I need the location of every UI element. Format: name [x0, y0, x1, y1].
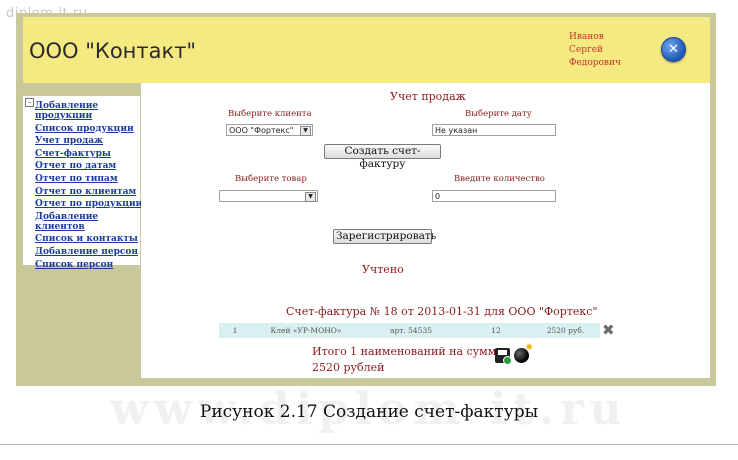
- bomb-spark-icon: ✸: [525, 343, 533, 353]
- user-name: Иванов Сергей Федорович: [569, 31, 621, 70]
- app-header: ООО "Контакт" Иванов Сергей Федорович ✕: [23, 17, 710, 83]
- product-select[interactable]: ▼: [219, 190, 318, 202]
- sidebar-item-report-products[interactable]: Отчет по продукции: [35, 199, 143, 209]
- user-middle-name: Федорович: [569, 58, 621, 68]
- sidebar-item-product-list[interactable]: Список продукции: [35, 124, 143, 134]
- product-label: Выберите товар: [235, 174, 307, 184]
- quantity-input-value: 0: [435, 192, 441, 201]
- register-button[interactable]: Зарегистрировать: [333, 229, 436, 244]
- sidebar-item-contacts[interactable]: Список и контакты: [35, 234, 143, 244]
- page-title: Учет продаж: [390, 90, 466, 103]
- sidebar-nav: – Добавление продукции Список продукции …: [23, 96, 142, 270]
- sidebar-item-add-product[interactable]: Добавление продукции: [35, 101, 143, 121]
- quantity-label: Введите количество: [454, 174, 545, 184]
- delete-icon[interactable]: ✖: [602, 321, 615, 339]
- client-select[interactable]: ООО "Фортекс" ▼: [226, 124, 313, 136]
- main-content: Учет продаж Выберите клиента Выберите да…: [141, 83, 710, 378]
- chevron-down-icon[interactable]: ▼: [305, 192, 316, 202]
- invoice-cell-sum: 2520 руб.: [546, 326, 585, 335]
- quantity-input[interactable]: 0: [432, 190, 556, 202]
- invoice-total-label: Итого 1 наименований на сумму:: [312, 345, 507, 358]
- invoice-cell-number: 1: [232, 326, 238, 335]
- bomb-icon[interactable]: ✸: [514, 343, 533, 363]
- sidebar-item-add-clients[interactable]: Добавление клиентов: [35, 212, 143, 232]
- invoice-title: Счет-фактура № 18 от 2013-01-31 для ООО …: [286, 305, 598, 318]
- divider: [0, 444, 738, 445]
- invoice-cell-article: арт. 54535: [389, 326, 433, 335]
- user-first-name: Сергей: [569, 45, 604, 55]
- client-select-value: ООО "Фортекс": [229, 126, 294, 135]
- user-last-name: Иванов: [569, 32, 604, 42]
- invoice-cell-quantity: 12: [491, 326, 501, 335]
- tree-collapse-icon[interactable]: –: [25, 98, 34, 107]
- invoice-total-amount: 2520 рублей: [312, 361, 385, 374]
- invoice-cell-product: Клей «УР-МОНО»: [270, 326, 342, 335]
- sidebar-item-person-list[interactable]: Список персон: [35, 260, 143, 270]
- sidebar-menu: Добавление продукции Список продукции Уч…: [35, 101, 143, 272]
- sidebar-item-sales[interactable]: Учет продаж: [35, 136, 143, 146]
- client-label: Выберите клиента: [228, 109, 312, 119]
- sidebar-item-invoices[interactable]: Счет-фактуры: [35, 149, 143, 159]
- create-invoice-button[interactable]: Создать счет-фактуру: [324, 144, 441, 170]
- sidebar-item-add-persons[interactable]: Добавление персон: [35, 247, 143, 257]
- sidebar-item-report-clients[interactable]: Отчет по клиентам: [35, 187, 143, 197]
- date-label: Выберите дату: [465, 109, 532, 119]
- date-input-value: Не указан: [435, 126, 478, 135]
- sidebar-item-report-dates[interactable]: Отчет по датам: [35, 161, 143, 171]
- close-icon[interactable]: ✕: [661, 37, 686, 62]
- save-icon[interactable]: [495, 348, 512, 365]
- figure-caption: Рисунок 2.17 Создание счет-фактуры: [199, 402, 539, 422]
- date-input[interactable]: Не указан: [432, 124, 556, 136]
- save-icon-label: [498, 350, 507, 355]
- invoice-row: 1 Клей «УР-МОНО» арт. 54535 12 2520 руб.: [219, 323, 600, 338]
- close-glyph: ✕: [668, 42, 679, 57]
- save-icon-dot: [503, 356, 512, 365]
- status-text: Учтено: [362, 263, 404, 276]
- chevron-down-icon[interactable]: ▼: [300, 126, 311, 136]
- site-title: ООО "Контакт": [29, 39, 197, 63]
- sidebar-item-report-types[interactable]: Отчет по типам: [35, 174, 143, 184]
